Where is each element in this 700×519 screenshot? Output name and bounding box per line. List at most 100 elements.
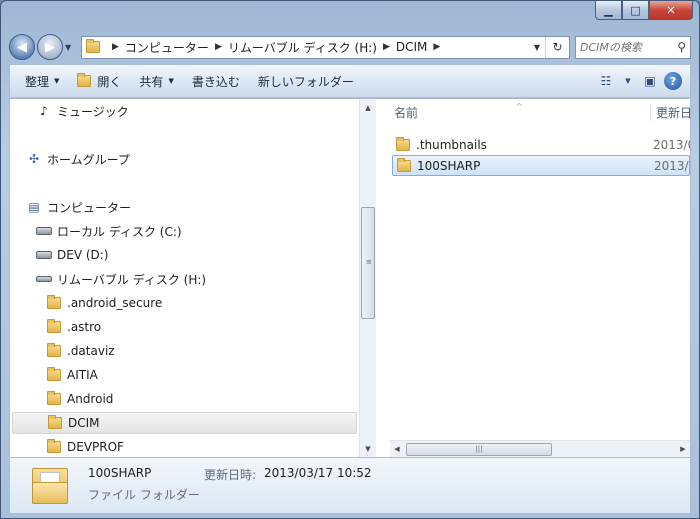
new-folder-button[interactable]: 新しいフォルダー xyxy=(249,68,363,94)
burn-button[interactable]: 書き込む xyxy=(183,68,249,94)
tree-item-folder[interactable]: .dataviz xyxy=(46,340,115,362)
column-header-name[interactable]: ^ 名前 xyxy=(390,101,650,121)
chevron-down-icon: ▼ xyxy=(625,77,631,85)
search-box[interactable]: ⚲ xyxy=(575,35,691,59)
tree-item-folder[interactable]: AITIA xyxy=(46,364,98,386)
tree-item-folder[interactable]: .android_secure xyxy=(46,292,162,314)
folder-icon xyxy=(47,439,61,453)
tree-item-homegroup[interactable]: ✣ ホームグループ xyxy=(26,148,130,170)
search-input[interactable] xyxy=(580,40,670,54)
file-row[interactable]: .thumbnails 2013/0 xyxy=(392,134,690,155)
tree-item-label: ミュージック xyxy=(57,104,129,119)
breadcrumb-computer[interactable]: コンピューター xyxy=(125,39,209,56)
refresh-button[interactable]: ↻ xyxy=(545,36,569,58)
minimize-button[interactable]: ▁ xyxy=(595,1,622,20)
details-date-value: 2013/03/17 10:52 xyxy=(264,466,372,480)
arrow-left-icon: ◀ xyxy=(17,39,27,55)
chevron-down-icon: ▼ xyxy=(54,77,60,85)
share-label: 共有 xyxy=(139,74,164,89)
chevron-down-icon: ▼ xyxy=(65,42,72,52)
column-header-date[interactable]: 更新日時 xyxy=(650,103,690,121)
share-button[interactable]: 共有 ▼ xyxy=(130,68,182,94)
tree-item-label: DEVPROF xyxy=(67,440,124,454)
tree-item-label: ホームグループ xyxy=(47,152,130,167)
removable-drive-icon xyxy=(36,272,52,286)
breadcrumb-removable-disk[interactable]: リムーバブル ディスク (H:) xyxy=(228,39,377,56)
scroll-up-button[interactable]: ▲ xyxy=(360,99,376,116)
organize-button[interactable]: 整理 ▼ xyxy=(16,68,68,94)
chevron-down-icon: ▼ xyxy=(168,77,174,85)
scroll-left-button[interactable]: ◀ xyxy=(390,445,404,453)
file-row-selected[interactable]: 100SHARP 2013/0 xyxy=(392,155,690,176)
breadcrumb-separator-icon[interactable]: ▶ xyxy=(383,42,390,52)
tree-item-local-disk-c[interactable]: ローカル ディスク (C:) xyxy=(36,220,182,242)
tree-item-label: .astro xyxy=(67,320,102,334)
burn-label: 書き込む xyxy=(191,74,240,89)
breadcrumb-separator-icon[interactable]: ▶ xyxy=(112,42,119,52)
address-bar[interactable]: ▶ コンピューター ▶ リムーバブル ディスク (H:) ▶ DCIM ▶ ▼ … xyxy=(81,35,570,59)
help-icon[interactable]: ? xyxy=(664,72,682,90)
close-button[interactable]: ✕ xyxy=(649,1,693,20)
recent-pages-dropdown[interactable]: ▼ xyxy=(65,43,77,52)
grip-icon: ||| xyxy=(475,445,483,453)
file-list-hscrollbar[interactable]: ◀ ||| ▶ xyxy=(390,440,690,457)
open-button[interactable]: 開く xyxy=(68,68,130,94)
file-date: 2013/0 xyxy=(654,158,689,173)
scroll-right-button[interactable]: ▶ xyxy=(676,445,690,453)
scroll-down-button[interactable]: ▼ xyxy=(360,440,376,457)
view-options-dropdown[interactable]: ▼ xyxy=(620,69,636,93)
large-folder-icon xyxy=(30,466,70,506)
tree-item-folder[interactable]: .astro xyxy=(46,316,101,338)
command-bar: 整理 ▼ 開く 共有 ▼ 書き込む 新しいフォルダー ☷ ▼ ▣ ? xyxy=(9,64,691,98)
content-area: ♪ ミュージック ✣ ホームグループ ▤ コンピューター ローカル ディスク (… xyxy=(9,98,691,458)
tree-item-label: .android_secure xyxy=(67,296,163,310)
chevron-up-icon: ▲ xyxy=(365,103,371,112)
navigation-bar: ◀ ▶ ▼ ▶ コンピューター ▶ リムーバブル ディスク (H:) ▶ DCI… xyxy=(9,33,691,61)
drive-icon xyxy=(36,248,52,262)
tree-item-music[interactable]: ♪ ミュージック xyxy=(36,100,129,122)
toolbar-right: ☷ ▼ ▣ ? xyxy=(592,69,690,93)
address-dropdown-button[interactable]: ▼ xyxy=(529,43,545,52)
navigation-scrollbar[interactable]: ▲ ≡ ▼ xyxy=(359,99,376,457)
scrollbar-thumb[interactable]: ||| xyxy=(406,442,552,456)
column-header-label: 更新日時 xyxy=(656,105,690,120)
tree-item-label: リムーバブル ディスク (H:) xyxy=(57,272,207,287)
folder-icon xyxy=(47,367,61,381)
tree-item-computer[interactable]: ▤ コンピューター xyxy=(26,196,131,218)
folder-icon xyxy=(396,136,410,151)
tree-item-label: .dataviz xyxy=(67,344,115,358)
tree-item-dev-d[interactable]: DEV (D:) xyxy=(36,244,109,266)
preview-pane-button[interactable]: ▣ xyxy=(636,69,664,93)
open-folder-icon xyxy=(77,73,92,87)
maximize-button[interactable]: □ xyxy=(622,1,649,20)
folder-icon xyxy=(397,157,411,172)
tree-item-label: ローカル ディスク (C:) xyxy=(57,224,182,239)
details-item-name: 100SHARP xyxy=(88,466,152,480)
chevron-down-icon: ▼ xyxy=(365,444,371,453)
column-header-label: 名前 xyxy=(394,105,419,120)
tree-item-dcim-selected[interactable]: DCIM xyxy=(12,412,357,434)
tree-item-label: Android xyxy=(67,392,114,406)
preview-pane-icon: ▣ xyxy=(644,74,656,88)
sort-ascending-icon: ^ xyxy=(516,101,523,111)
new-folder-label: 新しいフォルダー xyxy=(257,74,354,89)
breadcrumb-dcim[interactable]: DCIM xyxy=(396,40,428,54)
tree-item-label: コンピューター xyxy=(47,200,132,215)
tree-item-folder[interactable]: DEVPROF xyxy=(46,436,124,457)
chevron-down-icon: ▼ xyxy=(533,42,541,52)
file-date: 2013/0 xyxy=(653,137,690,152)
pane-splitter[interactable] xyxy=(376,99,390,457)
scrollbar-thumb[interactable]: ≡ xyxy=(361,207,375,319)
tree-item-removable-h[interactable]: リムーバブル ディスク (H:) xyxy=(36,268,206,290)
music-note-icon: ♪ xyxy=(40,104,48,118)
tree-item-folder[interactable]: Android xyxy=(46,388,113,410)
details-pane: 100SHARP ファイル フォルダー 更新日時: 2013/03/17 10:… xyxy=(9,458,691,514)
breadcrumb-separator-icon[interactable]: ▶ xyxy=(215,42,222,52)
grip-icon: ≡ xyxy=(366,258,372,266)
chevron-left-icon: ◀ xyxy=(394,445,400,453)
change-view-button[interactable]: ☷ xyxy=(592,69,620,93)
forward-button[interactable]: ▶ xyxy=(37,34,63,60)
breadcrumb-separator-icon[interactable]: ▶ xyxy=(433,42,440,52)
search-icon[interactable]: ⚲ xyxy=(677,40,686,54)
back-button[interactable]: ◀ xyxy=(9,34,35,60)
